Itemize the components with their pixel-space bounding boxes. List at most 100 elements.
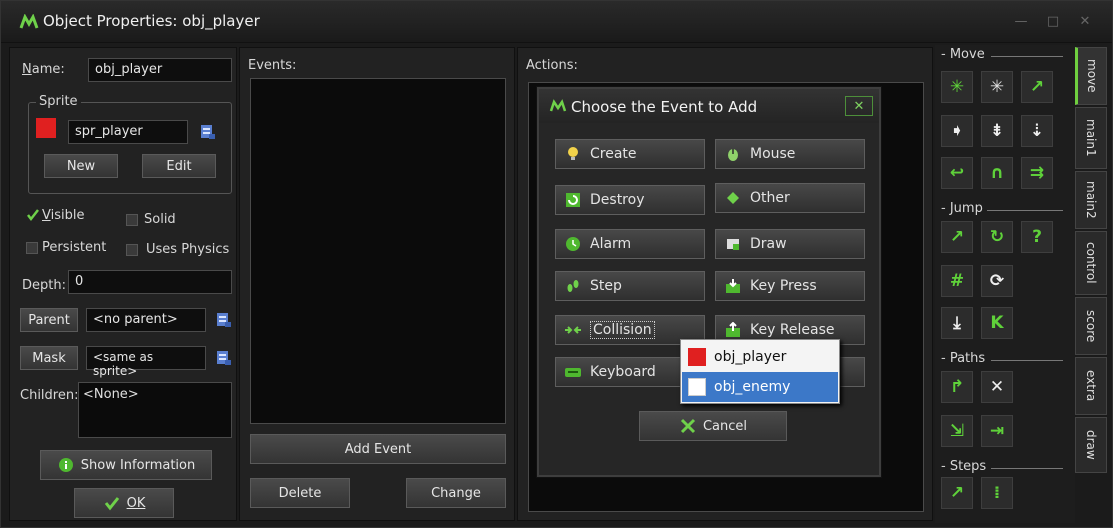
path-speed-tool[interactable]: ⇥ bbox=[981, 415, 1013, 447]
group-divider bbox=[991, 56, 1063, 57]
reverse-horizontal-tool[interactable]: ↩ bbox=[941, 157, 973, 189]
depth-input[interactable]: 0 bbox=[68, 270, 232, 294]
path-position-tool[interactable]: ⇲ bbox=[941, 415, 973, 447]
tab-extra[interactable]: extra bbox=[1075, 357, 1107, 415]
friction-tool[interactable]: ⇉ bbox=[1021, 157, 1053, 189]
tab-move[interactable]: move bbox=[1075, 47, 1107, 105]
events-label: Events: bbox=[248, 58, 297, 73]
delete-event-button[interactable]: Delete bbox=[250, 478, 350, 508]
sprite-menu-icon[interactable] bbox=[200, 124, 216, 140]
group-divider bbox=[991, 360, 1063, 361]
align-grid-tool[interactable]: # bbox=[941, 265, 973, 297]
sprite-input[interactable]: spr_player bbox=[68, 120, 188, 144]
wrap-screen-tool[interactable]: ⟳ bbox=[981, 265, 1013, 297]
keyboard-label: Keyboard bbox=[590, 364, 656, 380]
name-input[interactable]: obj_player bbox=[88, 58, 232, 82]
dialog-title-bar[interactable]: Choose the Event to Add ✕ bbox=[539, 89, 879, 123]
mask-button[interactable]: Mask bbox=[20, 346, 78, 370]
bounce-tool[interactable]: K bbox=[981, 307, 1013, 339]
add-event-button[interactable]: Add Event bbox=[250, 434, 506, 464]
move-contact-tool[interactable]: ⤓ bbox=[941, 307, 973, 339]
children-value: <None> bbox=[83, 387, 139, 402]
maximize-button[interactable]: □ bbox=[1043, 15, 1063, 29]
gravity-tool[interactable]: ⇣ bbox=[1021, 115, 1053, 147]
reverse-vertical-tool[interactable]: ∩ bbox=[981, 157, 1013, 189]
ok-button[interactable]: OK bbox=[74, 488, 174, 518]
step-avoid-tool[interactable]: ⁞ bbox=[981, 477, 1013, 509]
properties-panel: Name: obj_player Sprite spr_player New E… bbox=[9, 47, 237, 521]
jump-start-tool[interactable]: ↻ bbox=[981, 221, 1013, 253]
events-list[interactable] bbox=[250, 78, 506, 424]
mouse-label: Mouse bbox=[750, 146, 796, 162]
keyboard-icon bbox=[564, 363, 582, 381]
visible-checkbox[interactable] bbox=[26, 208, 40, 222]
move-towards-tool[interactable]: ↗ bbox=[1021, 71, 1053, 103]
paint-icon bbox=[724, 235, 742, 253]
alarm-event-button[interactable]: Alarm bbox=[555, 229, 705, 259]
tab-draw[interactable]: draw bbox=[1075, 417, 1107, 473]
step-event-button[interactable]: Step bbox=[555, 271, 705, 301]
ok-label: OK bbox=[126, 495, 146, 511]
tab-main2[interactable]: main2 bbox=[1075, 171, 1107, 229]
persistent-checkbox[interactable] bbox=[26, 242, 38, 254]
key-press-icon bbox=[724, 277, 742, 295]
key-press-event-button[interactable]: Key Press bbox=[715, 271, 865, 301]
parent-button[interactable]: Parent bbox=[20, 308, 78, 332]
obj-player-sprite bbox=[688, 348, 706, 366]
new-sprite-button[interactable]: New bbox=[44, 154, 118, 178]
visible-label: Visible bbox=[42, 208, 85, 223]
tab-main1[interactable]: main1 bbox=[1075, 107, 1107, 169]
tab-control[interactable]: control bbox=[1075, 231, 1107, 295]
group-steps-label: - Steps bbox=[941, 459, 987, 474]
mouse-icon bbox=[724, 145, 742, 163]
speed-horizontal-tool[interactable]: ➧ bbox=[941, 115, 973, 147]
create-event-button[interactable]: Create bbox=[555, 139, 705, 169]
speed-vertical-tool[interactable]: ⇟ bbox=[981, 115, 1013, 147]
key-press-label: Key Press bbox=[750, 278, 817, 294]
destroy-event-button[interactable]: Destroy bbox=[555, 185, 705, 215]
clock-icon bbox=[564, 235, 582, 253]
group-jump-label: - Jump bbox=[941, 201, 983, 216]
parent-input[interactable]: <no parent> bbox=[86, 308, 206, 332]
cross-icon bbox=[679, 417, 697, 435]
name-label: Name: bbox=[22, 62, 65, 77]
key-release-label: Key Release bbox=[750, 322, 835, 338]
move-free-tool[interactable]: ✳ bbox=[981, 71, 1013, 103]
change-event-button[interactable]: Change bbox=[406, 478, 506, 508]
dialog-close-button[interactable]: ✕ bbox=[845, 96, 873, 116]
set-path-tool[interactable]: ↱ bbox=[941, 371, 973, 403]
other-event-button[interactable]: Other bbox=[715, 183, 865, 213]
show-information-button[interactable]: Show Information bbox=[40, 450, 212, 480]
menu-item-obj-player[interactable]: obj_player bbox=[682, 342, 838, 372]
step-towards-tool[interactable]: ↗ bbox=[941, 477, 973, 509]
close-button[interactable]: ✕ bbox=[1075, 15, 1095, 29]
move-fixed-tool[interactable]: ✳ bbox=[941, 71, 973, 103]
gamemaker-logo-icon bbox=[549, 99, 567, 112]
jump-random-tool[interactable]: ? bbox=[1021, 221, 1053, 253]
parent-menu-icon[interactable] bbox=[216, 312, 232, 328]
title-bar[interactable]: Object Properties: obj_player — □ ✕ bbox=[1, 1, 1112, 43]
mask-input[interactable]: <same as sprite> bbox=[86, 346, 206, 378]
minimize-button[interactable]: — bbox=[1011, 15, 1031, 29]
menu-item-obj-enemy[interactable]: obj_enemy bbox=[682, 372, 838, 402]
children-list[interactable]: <None> bbox=[78, 382, 232, 438]
end-path-tool[interactable]: ✕ bbox=[981, 371, 1013, 403]
edit-sprite-button[interactable]: Edit bbox=[142, 154, 216, 178]
mask-menu-icon[interactable] bbox=[216, 350, 232, 366]
tab-score[interactable]: score bbox=[1075, 297, 1107, 355]
window-title: Object Properties: obj_player bbox=[43, 12, 260, 30]
jump-position-tool[interactable]: ↗ bbox=[941, 221, 973, 253]
draw-event-button[interactable]: Draw bbox=[715, 229, 865, 259]
cancel-label: Cancel bbox=[702, 418, 748, 434]
uses-physics-checkbox[interactable] bbox=[126, 244, 138, 256]
draw-label: Draw bbox=[750, 236, 787, 252]
show-information-label: Show Information bbox=[80, 457, 196, 473]
solid-checkbox[interactable] bbox=[126, 214, 138, 226]
choose-event-dialog: Choose the Event to Add ✕ Create Mouse D… bbox=[537, 87, 881, 477]
gamemaker-logo-icon bbox=[19, 14, 39, 29]
cancel-button[interactable]: Cancel bbox=[639, 411, 787, 441]
mouse-event-button[interactable]: Mouse bbox=[715, 139, 865, 169]
info-icon bbox=[57, 456, 75, 474]
toolbox-tabs: move main1 main2 control score extra dra… bbox=[1073, 45, 1111, 525]
sprite-legend: Sprite bbox=[36, 94, 81, 109]
